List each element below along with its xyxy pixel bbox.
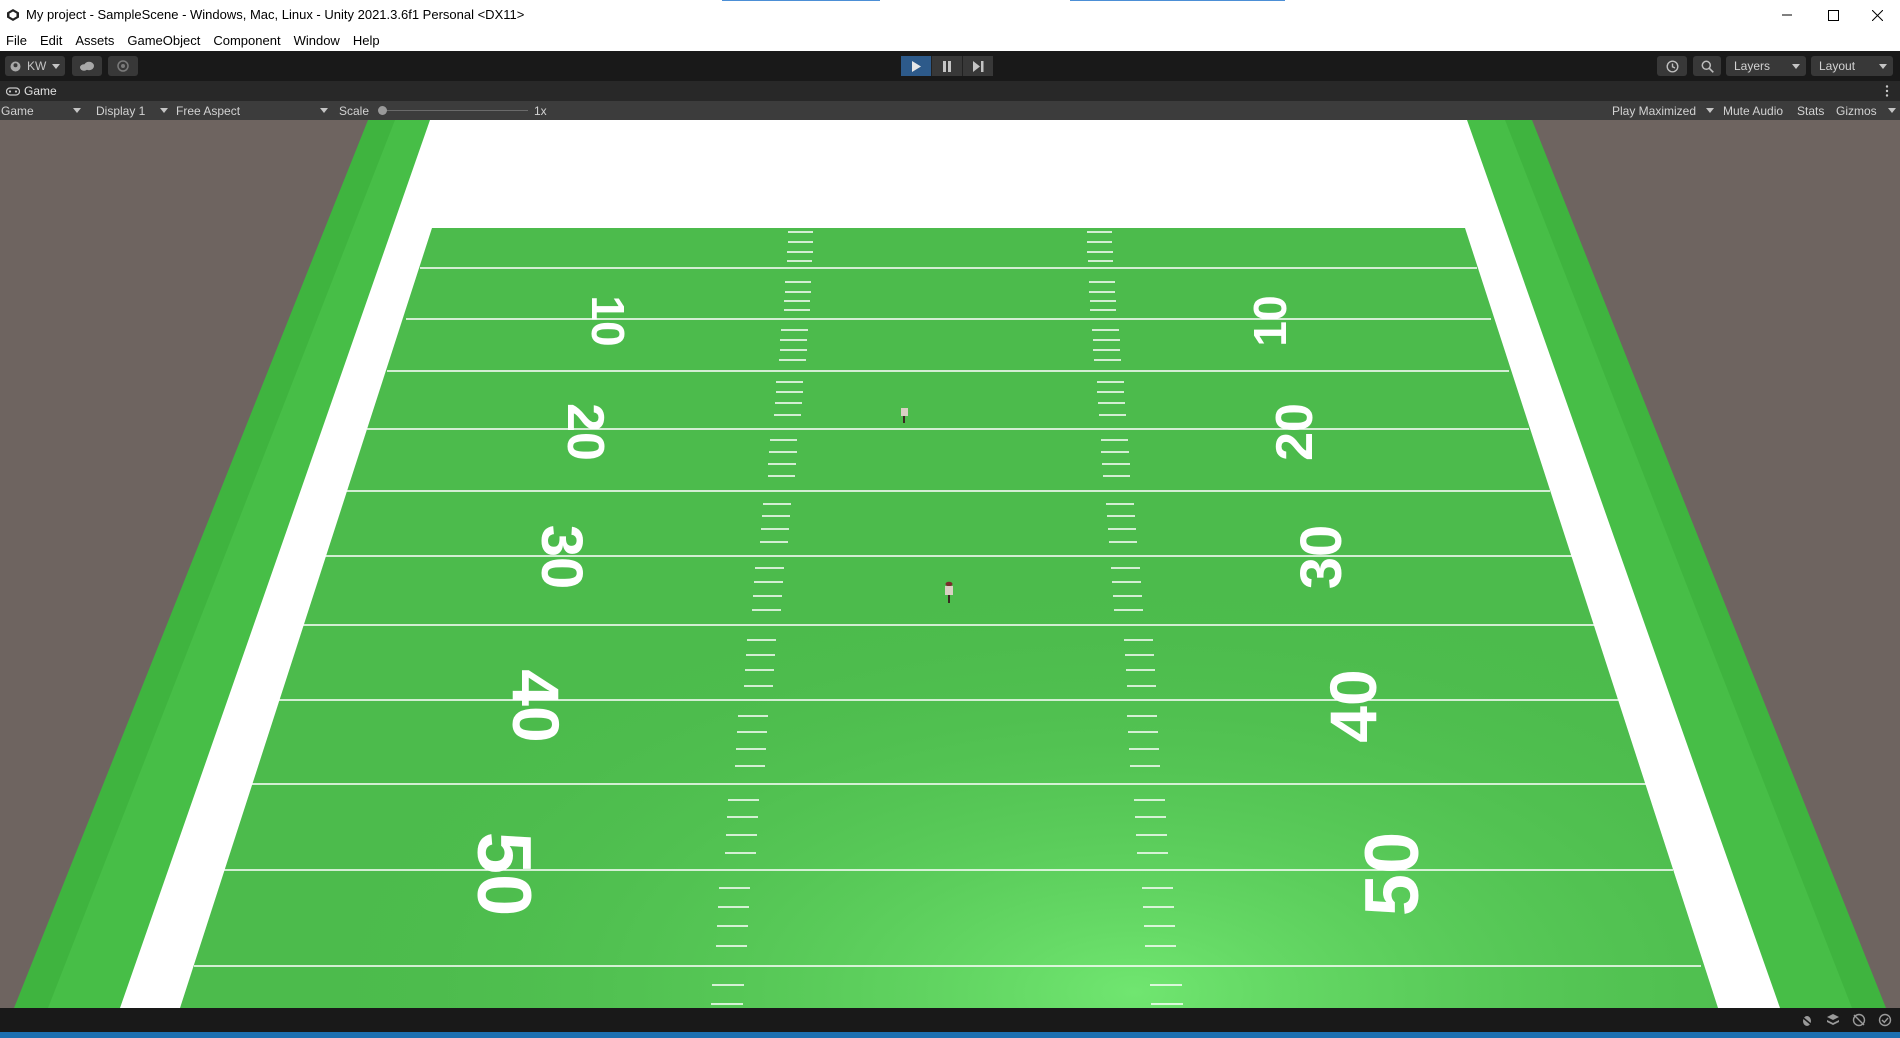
yard-number-right: 40 <box>1316 669 1390 742</box>
account-dropdown[interactable]: KW <box>5 56 65 76</box>
gamepad-icon <box>6 86 20 96</box>
layers-dropdown[interactable]: Layers <box>1726 56 1806 76</box>
title-bar: My project - SampleScene - Windows, Mac,… <box>0 0 1900 30</box>
view-mode-dropdown[interactable]: Game <box>1 101 85 120</box>
minimize-icon[interactable] <box>1764 0 1810 30</box>
yard-number-right: 10 <box>1244 295 1296 346</box>
chevron-down-icon <box>1888 108 1896 113</box>
view-mode-label: Game <box>1 103 34 118</box>
check-circle-icon[interactable] <box>1878 1013 1892 1027</box>
main-toolbar: KW Layers Layout <box>0 51 1900 81</box>
cloud-button[interactable] <box>72 56 102 76</box>
window-title: My project - SampleScene - Windows, Mac,… <box>26 7 525 22</box>
menu-bar: File Edit Assets GameObject Component Wi… <box>0 30 1900 51</box>
aspect-label: Free Aspect <box>176 103 241 118</box>
layers-label: Layers <box>1734 59 1771 73</box>
cloud-icon <box>80 61 94 71</box>
menu-component[interactable]: Component <box>207 33 287 48</box>
stack-icon[interactable] <box>1826 1013 1840 1027</box>
account-icon <box>10 61 21 71</box>
yard-number-right: 20 <box>1266 403 1324 461</box>
maximize-icon[interactable] <box>1810 0 1856 30</box>
taskbar-edge <box>0 1032 1900 1038</box>
layout-label: Layout <box>1819 59 1856 73</box>
scale-slider-handle[interactable] <box>378 106 387 115</box>
play-mode-label: Play Maximized <box>1612 103 1697 118</box>
field-glow <box>180 228 1718 1008</box>
gizmos-label: Gizmos <box>1836 103 1877 118</box>
scale-label: Scale <box>339 103 370 118</box>
tab-menu-icon[interactable] <box>1884 84 1890 98</box>
close-icon[interactable] <box>1854 0 1900 30</box>
play-icon <box>912 60 921 72</box>
menu-window[interactable]: Window <box>288 33 347 48</box>
collab-button[interactable] <box>108 56 138 76</box>
menu-assets[interactable]: Assets <box>69 33 121 48</box>
menu-help[interactable]: Help <box>347 33 387 48</box>
step-button[interactable] <box>963 56 993 76</box>
yard-number-left: 40 <box>499 669 573 742</box>
title-bar-accent <box>722 0 880 1</box>
unity-logo-icon <box>7 9 19 21</box>
layout-dropdown[interactable]: Layout <box>1811 56 1893 76</box>
collab-icon <box>117 60 129 72</box>
chevron-down-icon <box>320 108 328 113</box>
game-viewport[interactable]: 10 20 30 40 50 10 20 30 40 50 <box>0 120 1900 1008</box>
aspect-dropdown[interactable]: Free Aspect <box>176 101 330 120</box>
menu-edit[interactable]: Edit <box>34 33 69 48</box>
chevron-down-icon <box>1792 63 1800 69</box>
chevron-down-icon <box>1706 108 1714 113</box>
play-button[interactable] <box>901 56 932 76</box>
status-bar <box>0 1008 1900 1032</box>
scale-value: 1x <box>534 103 547 118</box>
pause-button[interactable] <box>932 56 963 76</box>
search-icon <box>1701 60 1714 73</box>
chevron-down-icon <box>1879 63 1887 69</box>
undo-history-button[interactable] <box>1657 56 1687 76</box>
yard-number-right: 30 <box>1289 525 1354 590</box>
account-label: KW <box>27 59 47 73</box>
tab-game[interactable]: Game <box>0 81 63 101</box>
search-button[interactable] <box>1693 56 1721 76</box>
mute-audio-toggle[interactable]: Mute Audio <box>1723 101 1783 120</box>
chevron-down-icon <box>73 108 81 113</box>
chevron-down-icon <box>160 108 168 113</box>
menu-file[interactable]: File <box>0 33 34 48</box>
play-mode-dropdown[interactable]: Play Maximized <box>1612 101 1716 120</box>
title-bar-accent <box>1070 0 1285 1</box>
stats-toggle[interactable]: Stats <box>1797 101 1824 120</box>
playmode-controls <box>901 56 993 76</box>
yard-number-right: 50 <box>1350 832 1435 917</box>
yard-number-left: 50 <box>461 832 546 917</box>
yard-number-left: 30 <box>529 525 594 590</box>
scale-slider-track[interactable] <box>380 110 528 111</box>
tab-game-label: Game <box>24 84 57 98</box>
cache-icon[interactable] <box>1852 1013 1866 1027</box>
bug-icon[interactable] <box>1800 1013 1814 1027</box>
step-icon <box>972 60 983 72</box>
yard-number-left: 10 <box>582 295 634 346</box>
gizmos-dropdown[interactable]: Gizmos <box>1836 101 1896 120</box>
history-icon <box>1665 59 1679 73</box>
football-field: 10 20 30 40 50 10 20 30 40 50 <box>14 120 1886 1008</box>
menu-gameobject[interactable]: GameObject <box>121 33 207 48</box>
display-label: Display 1 <box>96 103 146 118</box>
tab-strip <box>0 81 1900 101</box>
display-dropdown[interactable]: Display 1 <box>96 101 170 120</box>
pause-icon <box>943 60 951 72</box>
yard-number-left: 20 <box>556 403 614 461</box>
chevron-down-icon <box>52 63 61 69</box>
